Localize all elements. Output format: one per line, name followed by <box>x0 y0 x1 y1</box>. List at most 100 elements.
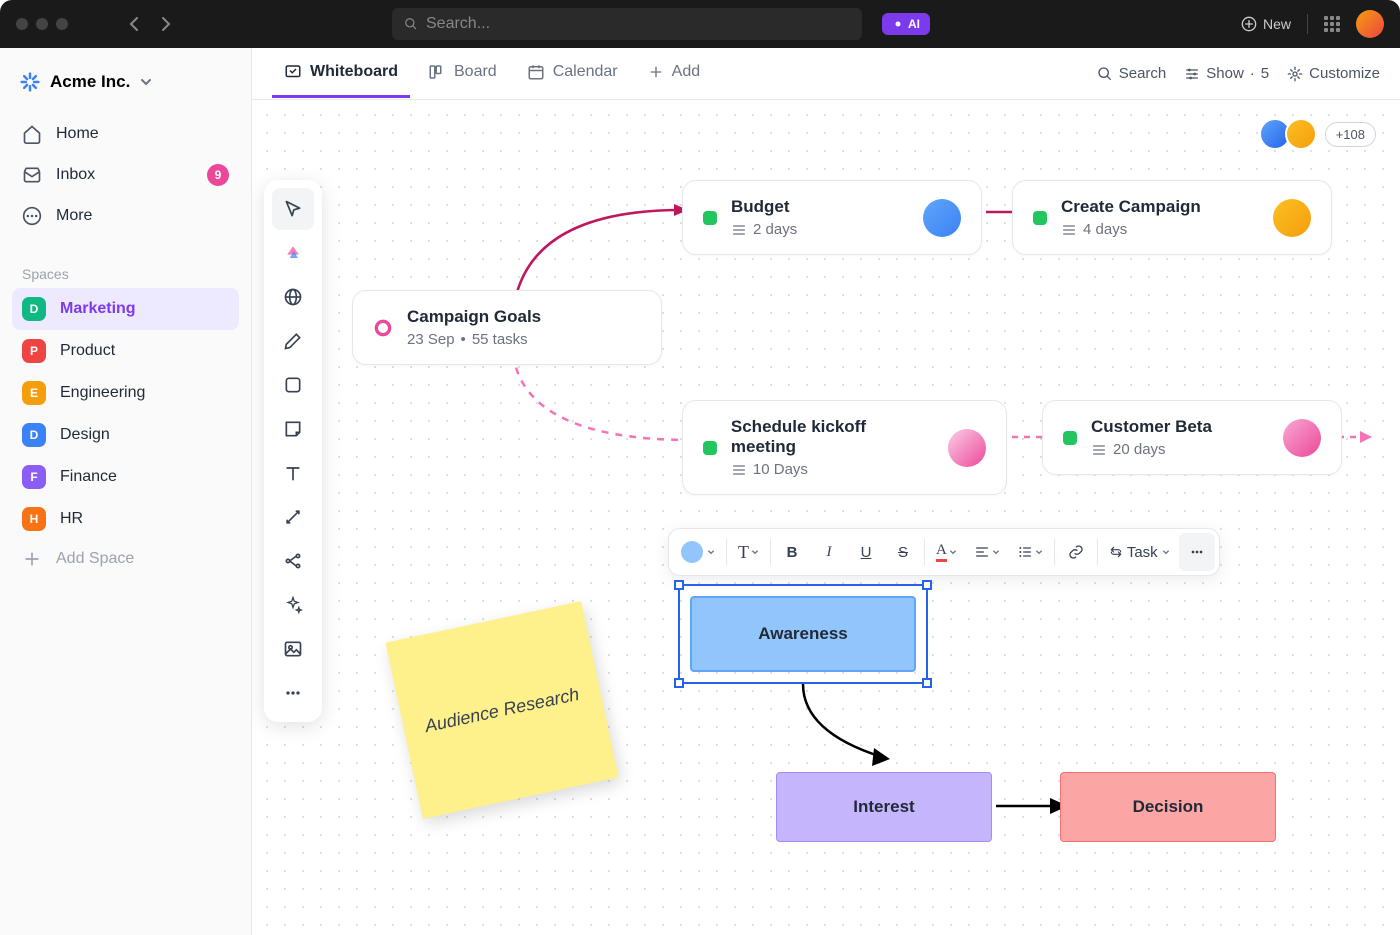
tool-ai-shapes[interactable] <box>272 232 314 274</box>
font-size-button[interactable]: T <box>730 533 767 571</box>
chevron-down-icon <box>1162 548 1170 556</box>
tool-mindmap[interactable] <box>272 540 314 582</box>
space-item-product[interactable]: P Product <box>12 330 239 372</box>
status-indicator <box>1063 431 1077 445</box>
color-swatch <box>681 541 703 563</box>
tool-effects[interactable] <box>272 584 314 626</box>
sidebar-item-label: More <box>56 207 92 225</box>
space-badge: D <box>22 423 46 447</box>
add-space-button[interactable]: Add Space <box>12 540 239 578</box>
traffic-light-close[interactable] <box>16 18 28 30</box>
sidebar-item-more[interactable]: More <box>12 196 239 236</box>
traffic-light-maximize[interactable] <box>56 18 68 30</box>
sticky-text: Audience Research <box>423 683 581 736</box>
ai-button[interactable]: AI <box>882 13 930 35</box>
assignee-avatar[interactable] <box>1283 419 1321 457</box>
bullet-list-icon <box>1017 544 1033 560</box>
link-button[interactable] <box>1058 533 1094 571</box>
tool-more[interactable] <box>272 672 314 714</box>
assignee-avatar[interactable] <box>1273 199 1311 237</box>
card-schedule-kickoff[interactable]: Schedule kickoff meeting 10 Days <box>682 400 1007 495</box>
flow-node-interest[interactable]: Interest <box>776 772 992 842</box>
apps-grid-icon[interactable] <box>1324 16 1340 32</box>
resize-handle-sw[interactable] <box>674 678 684 688</box>
toolbar-search-button[interactable]: Search <box>1097 65 1167 82</box>
tool-connector[interactable] <box>272 496 314 538</box>
sidebar-item-home[interactable]: Home <box>12 114 239 154</box>
resize-handle-nw[interactable] <box>674 580 684 590</box>
tool-select[interactable] <box>272 188 314 230</box>
square-icon <box>283 375 303 395</box>
user-avatar[interactable] <box>1356 10 1384 38</box>
card-create-campaign[interactable]: Create Campaign 4 days <box>1012 180 1332 255</box>
board-icon <box>428 63 446 81</box>
tool-shape[interactable] <box>272 364 314 406</box>
link-icon <box>1068 544 1084 560</box>
space-badge: D <box>22 297 46 321</box>
strikethrough-button[interactable]: S <box>885 533 921 571</box>
flow-node-awareness[interactable]: Awareness <box>690 596 916 672</box>
list-button[interactable] <box>1009 533 1051 571</box>
text-icon <box>283 463 303 483</box>
space-label: Marketing <box>60 300 136 318</box>
space-item-finance[interactable]: F Finance <box>12 456 239 498</box>
tool-pen[interactable] <box>272 320 314 362</box>
tab-board[interactable]: Board <box>416 49 509 98</box>
align-icon <box>974 544 990 560</box>
underline-button[interactable]: U <box>848 533 884 571</box>
global-search-input[interactable]: Search... <box>392 8 862 40</box>
collaborator-overflow-count[interactable]: +108 <box>1325 122 1376 147</box>
more-horizontal-icon <box>1189 544 1205 560</box>
nav-forward-button[interactable] <box>152 10 180 38</box>
card-campaign-goals[interactable]: Campaign Goals 23 Sep • 55 tasks <box>352 290 662 365</box>
card-budget[interactable]: Budget 2 days <box>682 180 982 255</box>
pen-icon <box>283 331 303 351</box>
space-item-design[interactable]: D Design <box>12 414 239 456</box>
toolbar-show-button[interactable]: Show · 5 <box>1184 65 1269 82</box>
space-label: Finance <box>60 468 117 486</box>
tool-web[interactable] <box>272 276 314 318</box>
assignee-avatar[interactable] <box>948 429 986 467</box>
add-view-button[interactable]: Add <box>636 49 712 98</box>
text-format-toolbar: T B I U S A Task <box>668 528 1220 576</box>
more-options-button[interactable] <box>1179 533 1215 571</box>
convert-task-button[interactable]: Task <box>1101 533 1178 571</box>
card-title: Create Campaign <box>1061 197 1201 217</box>
fill-color-button[interactable] <box>673 533 723 571</box>
space-label: HR <box>60 510 83 528</box>
tool-image[interactable] <box>272 628 314 670</box>
workspace-switcher[interactable]: Acme Inc. <box>12 64 239 100</box>
tool-text[interactable] <box>272 452 314 494</box>
tool-palette <box>264 180 322 722</box>
plus-icon <box>22 549 42 569</box>
convert-icon <box>1109 545 1123 559</box>
whiteboard-canvas[interactable]: +108 <box>252 100 1400 935</box>
card-customer-beta[interactable]: Customer Beta 20 days <box>1042 400 1342 475</box>
italic-button[interactable]: I <box>811 533 847 571</box>
sliders-icon <box>1184 66 1200 82</box>
resize-handle-se[interactable] <box>922 678 932 688</box>
traffic-light-minimize[interactable] <box>36 18 48 30</box>
align-button[interactable] <box>966 533 1008 571</box>
flow-node-decision[interactable]: Decision <box>1060 772 1276 842</box>
toolbar-customize-button[interactable]: Customize <box>1287 65 1380 82</box>
sticky-note[interactable]: Audience Research <box>385 601 618 819</box>
chevron-down-icon <box>707 548 715 556</box>
sidebar-item-inbox[interactable]: Inbox 9 <box>12 154 239 196</box>
nav-back-button[interactable] <box>120 10 148 38</box>
resize-handle-ne[interactable] <box>922 580 932 590</box>
tool-sticky[interactable] <box>272 408 314 450</box>
new-button[interactable]: New <box>1241 16 1291 32</box>
assignee-avatar[interactable] <box>923 199 961 237</box>
bold-button[interactable]: B <box>774 533 810 571</box>
inbox-icon <box>22 165 42 185</box>
space-item-hr[interactable]: H HR <box>12 498 239 540</box>
space-item-marketing[interactable]: D Marketing <box>12 288 239 330</box>
collaborator-avatar[interactable] <box>1285 118 1317 150</box>
tab-calendar[interactable]: Calendar <box>515 49 630 98</box>
text-color-button[interactable]: A <box>928 533 965 571</box>
tab-whiteboard[interactable]: Whiteboard <box>272 49 410 98</box>
sparkle-icon <box>892 18 904 30</box>
more-horizontal-icon <box>22 206 42 226</box>
space-item-engineering[interactable]: E Engineering <box>12 372 239 414</box>
